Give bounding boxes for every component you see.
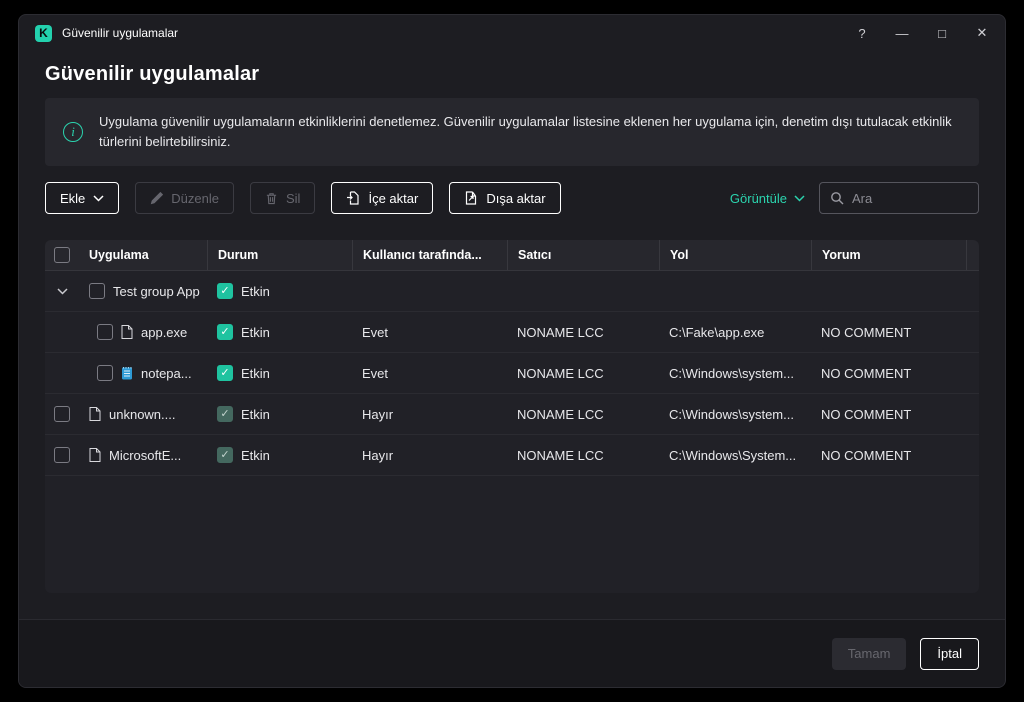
column-header-comment[interactable]: Yorum [811, 240, 966, 270]
app-name: unknown.... [109, 406, 176, 422]
cell-path: C:\Windows\System... [669, 447, 797, 463]
cell-path: C:\Fake\app.exe [669, 324, 765, 340]
add-button[interactable]: Ekle [45, 182, 120, 214]
maximize-button[interactable]: □ [935, 26, 949, 41]
app-name: app.exe [141, 324, 188, 340]
file-icon [89, 407, 101, 421]
import-icon [347, 191, 360, 205]
cancel-button[interactable]: İptal [920, 637, 979, 670]
table-row[interactable]: notepa... Etkin Evet NONAME LCC C:\Windo… [45, 353, 979, 394]
search-icon [831, 192, 844, 205]
search-box [819, 182, 979, 214]
window-title: Güvenilir uygulamalar [62, 26, 179, 40]
cell-path: C:\Windows\system... [669, 406, 794, 422]
applications-table: Uygulama Durum Kullanıcı tarafında... Sa… [45, 240, 979, 593]
cell-vendor: NONAME LCC [517, 447, 604, 463]
cell-comment: NO COMMENT [821, 365, 912, 381]
row-checkbox[interactable] [54, 406, 70, 422]
cell-path: C:\Windows\system... [669, 365, 794, 381]
minimize-button[interactable]: — [895, 26, 909, 41]
table-group-row[interactable]: Test group App Etkin [45, 271, 979, 312]
info-banner: i Uygulama güvenilir uygulamaların etkin… [45, 98, 979, 166]
chevron-down-icon [794, 194, 805, 202]
view-dropdown-label: Görüntüle [729, 190, 787, 206]
cell-vendor: NONAME LCC [517, 365, 604, 381]
import-button-label: İçe aktar [368, 190, 419, 206]
info-text: Uygulama güvenilir uygulamaların etkinli… [99, 113, 952, 149]
export-icon [466, 191, 477, 205]
toolbar: Ekle Düzenle Sil İçe aktar Dışa aktar Gö… [45, 182, 979, 214]
app-window: K Güvenilir uygulamalar ? — □ ✕ Güvenili… [18, 14, 1006, 688]
file-icon [121, 325, 133, 339]
edit-button[interactable]: Düzenle [135, 182, 234, 214]
info-icon: i [63, 122, 83, 142]
table-row[interactable]: app.exe Etkin Evet NONAME LCC C:\Fake\ap… [45, 312, 979, 353]
column-header-status[interactable]: Durum [207, 240, 352, 270]
status-label: Etkin [241, 447, 270, 463]
select-all-checkbox[interactable] [54, 247, 70, 263]
notepad-icon [122, 367, 132, 380]
export-button[interactable]: Dışa aktar [449, 182, 561, 214]
status-checkbox[interactable] [217, 447, 233, 463]
column-header-user[interactable]: Kullanıcı tarafında... [352, 240, 507, 270]
window-controls: ? — □ ✕ [855, 25, 989, 41]
trash-icon [266, 192, 277, 204]
group-name: Test group App [113, 283, 200, 299]
status-label: Etkin [241, 324, 270, 340]
cell-vendor: NONAME LCC [517, 324, 604, 340]
file-icon [89, 448, 101, 462]
status-checkbox[interactable] [217, 324, 233, 340]
help-button[interactable]: ? [855, 26, 869, 41]
search-input[interactable] [852, 190, 968, 206]
row-checkbox[interactable] [54, 447, 70, 463]
table-row[interactable]: unknown.... Etkin Hayır NONAME LCC C:\Wi… [45, 394, 979, 435]
footer: Tamam İptal [19, 619, 1005, 687]
add-button-label: Ekle [60, 190, 86, 206]
column-header-path[interactable]: Yol [659, 240, 811, 270]
status-checkbox[interactable] [217, 365, 233, 381]
cell-user: Hayır [362, 447, 394, 463]
page-title: Güvenilir uygulamalar [45, 63, 260, 85]
app-name: MicrosoftE... [109, 447, 182, 463]
delete-button[interactable]: Sil [250, 182, 316, 214]
column-header-vendor[interactable]: Satıcı [507, 240, 659, 270]
row-checkbox[interactable] [97, 324, 113, 340]
cell-comment: NO COMMENT [821, 324, 912, 340]
row-checkbox[interactable] [97, 365, 113, 381]
cell-user: Evet [362, 324, 389, 340]
delete-button-label: Sil [286, 190, 301, 206]
chevron-down-icon [93, 194, 104, 202]
import-button[interactable]: İçe aktar [331, 182, 434, 214]
status-checkbox[interactable] [217, 406, 233, 422]
status-checkbox[interactable] [217, 283, 233, 299]
cell-user: Evet [362, 365, 389, 381]
close-button[interactable]: ✕ [975, 25, 989, 41]
column-header-app[interactable]: Uygulama [79, 240, 207, 270]
status-label: Etkin [241, 406, 270, 422]
ok-button[interactable]: Tamam [831, 637, 907, 670]
app-name: notepa... [141, 365, 192, 381]
cell-vendor: NONAME LCC [517, 406, 604, 422]
column-header-spacer [966, 240, 979, 270]
kaspersky-logo-icon: K [35, 24, 52, 42]
table-row[interactable]: MicrosoftE... Etkin Hayır NONAME LCC C:\… [45, 435, 979, 476]
status-label: Etkin [241, 283, 270, 299]
titlebar: K Güvenilir uygulamalar ? — □ ✕ [19, 15, 1005, 51]
collapse-chevron-icon[interactable] [56, 287, 68, 295]
cell-comment: NO COMMENT [821, 447, 912, 463]
view-dropdown[interactable]: Görüntüle [730, 191, 805, 206]
pencil-icon [151, 191, 164, 204]
status-label: Etkin [241, 365, 270, 381]
row-checkbox[interactable] [89, 283, 105, 299]
cell-comment: NO COMMENT [821, 406, 912, 422]
table-header: Uygulama Durum Kullanıcı tarafında... Sa… [45, 240, 979, 271]
export-button-label: Dışa aktar [486, 190, 546, 206]
toolbar-right: Görüntüle [730, 182, 979, 214]
cell-user: Hayır [362, 406, 394, 422]
edit-button-label: Düzenle [171, 190, 219, 206]
